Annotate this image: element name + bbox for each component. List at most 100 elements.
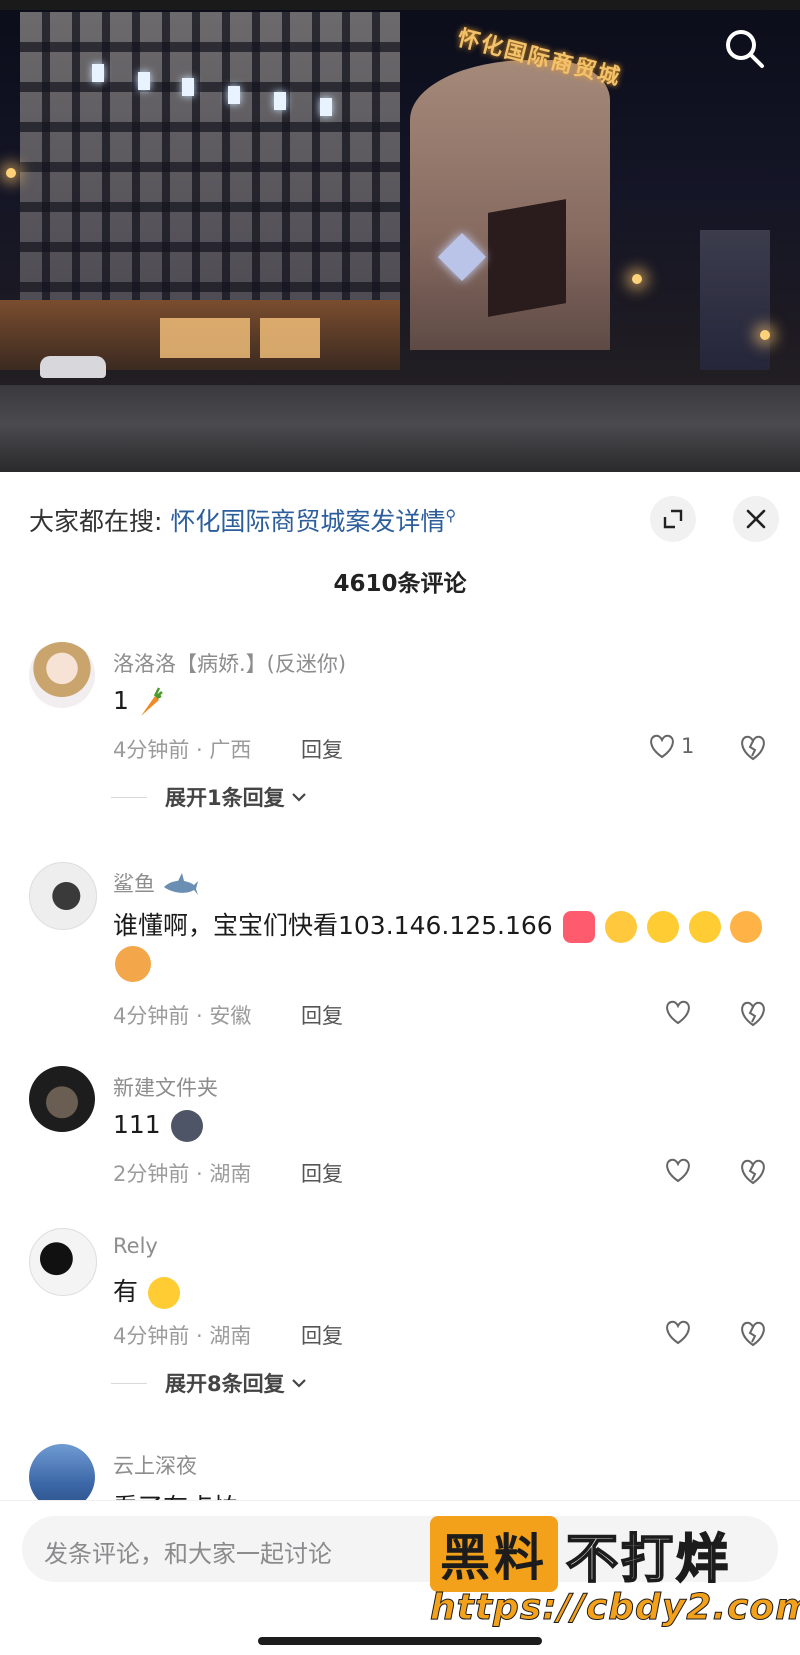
street-lamp bbox=[632, 274, 642, 284]
avatar[interactable] bbox=[29, 862, 97, 930]
comment-text-body: 111 bbox=[113, 1110, 161, 1139]
comment-time: 4分钟前 bbox=[113, 1324, 190, 1348]
face-emoji-icon bbox=[730, 911, 763, 943]
comment-time: 4分钟前 bbox=[113, 738, 190, 762]
comment-meta: 4分钟前 · 湖南 bbox=[113, 1324, 252, 1348]
comment-text-body: 1 bbox=[113, 686, 129, 715]
comment-text-body: 有 bbox=[113, 1277, 139, 1306]
close-sheet-button[interactable] bbox=[733, 496, 779, 542]
emoji-sticker-icon bbox=[562, 911, 595, 943]
home-indicator[interactable] bbox=[258, 1637, 542, 1645]
watermark: 黑料 不打烊 bbox=[430, 1515, 731, 1593]
street-lamp bbox=[6, 168, 16, 178]
comment-text: 1 bbox=[113, 686, 163, 718]
shark-emoji-icon bbox=[163, 873, 198, 895]
comment-time: 2分钟前 bbox=[113, 1162, 190, 1186]
heart-icon bbox=[650, 734, 674, 759]
comment-text-body: 谁懂啊，宝宝们快看103.146.125.166 bbox=[113, 911, 553, 940]
comment-time: 4分钟前 bbox=[113, 1004, 190, 1028]
broken-heart-icon bbox=[741, 735, 765, 761]
shop-light bbox=[160, 318, 250, 358]
watermark-box-text: 黑料 bbox=[430, 1516, 558, 1592]
comment-text: 谁懂啊，宝宝们快看103.146.125.166 bbox=[113, 906, 763, 943]
comment-location: 湖南 bbox=[209, 1162, 252, 1186]
comment-username[interactable]: Rely bbox=[113, 1234, 158, 1258]
expand-replies-label: 展开8条回复 bbox=[165, 1372, 285, 1396]
broken-heart-icon bbox=[741, 1001, 765, 1027]
comment-input-placeholder: 发条评论，和大家一起讨论 bbox=[44, 1540, 332, 1568]
watermark-url: https://cbdy2.com bbox=[430, 1587, 800, 1629]
dislike-button[interactable] bbox=[737, 1156, 769, 1190]
hot-search-prefix: 大家都在搜: bbox=[29, 507, 163, 536]
street bbox=[0, 385, 800, 472]
comment-location: 安徽 bbox=[209, 1004, 252, 1028]
broken-heart-icon bbox=[741, 1159, 765, 1185]
expand-replies-button[interactable]: 展开1条回复 bbox=[111, 782, 309, 812]
divider bbox=[111, 796, 147, 798]
reply-button[interactable]: 回复 bbox=[301, 734, 343, 764]
hot-search-bar: 大家都在搜: 怀化国际商贸城案发详情⚲ bbox=[29, 502, 456, 538]
avatar[interactable] bbox=[29, 1066, 95, 1132]
dislike-button[interactable] bbox=[737, 998, 769, 1032]
like-button[interactable] bbox=[663, 1318, 693, 1346]
comment-meta: 4分钟前 · 安徽 bbox=[113, 1004, 252, 1028]
comment-count: 4610条评论 bbox=[333, 571, 467, 597]
comment-location: 广西 bbox=[209, 738, 252, 762]
avatar[interactable] bbox=[29, 642, 95, 708]
comment-input-bar: 发条评论，和大家一起讨论 黑料 不打烊 https://cbdy2.com bbox=[0, 1500, 800, 1655]
wolf-emoji-icon bbox=[170, 1110, 203, 1142]
crying-face-emoji-icon bbox=[147, 1277, 180, 1309]
expand-sheet-button[interactable] bbox=[650, 496, 696, 542]
comment-location: 湖南 bbox=[209, 1324, 252, 1348]
divider bbox=[111, 1382, 147, 1384]
like-button[interactable] bbox=[663, 1156, 693, 1184]
comment-username[interactable]: 新建文件夹 bbox=[113, 1072, 218, 1102]
like-button[interactable]: 1 bbox=[647, 732, 694, 760]
comment-text: 111 bbox=[113, 1110, 203, 1142]
comment-meta: 2分钟前 · 湖南 bbox=[113, 1162, 252, 1186]
search-button[interactable] bbox=[722, 26, 768, 72]
face-emoji-icon bbox=[646, 911, 679, 943]
close-icon bbox=[746, 509, 766, 529]
carrot-emoji-icon bbox=[140, 687, 163, 716]
video-top-edge bbox=[0, 0, 800, 10]
video-background[interactable]: 怀化国际商贸城 bbox=[0, 0, 800, 472]
heart-icon bbox=[666, 1320, 690, 1345]
mall-screen bbox=[488, 199, 566, 317]
fullscreen-icon bbox=[663, 509, 683, 529]
comment-username[interactable]: 鲨鱼 bbox=[113, 868, 198, 898]
expand-replies-button[interactable]: 展开8条回复 bbox=[111, 1368, 309, 1398]
face-emoji-icon bbox=[688, 911, 721, 943]
reply-button[interactable]: 回复 bbox=[301, 1000, 343, 1030]
comment-username[interactable]: 洛洛洛【病娇.】(反迷你) bbox=[113, 648, 346, 678]
distant-tower bbox=[700, 230, 770, 370]
reply-button[interactable]: 回复 bbox=[301, 1158, 343, 1188]
hot-search-link[interactable]: 怀化国际商贸城案发详情 bbox=[170, 507, 445, 536]
dog-emoji-icon bbox=[115, 946, 151, 982]
dislike-button[interactable] bbox=[737, 732, 769, 766]
search-icon bbox=[726, 30, 764, 68]
hotel-building bbox=[20, 12, 400, 342]
shop-light bbox=[260, 318, 320, 358]
avatar[interactable] bbox=[29, 1228, 97, 1296]
like-count: 1 bbox=[681, 734, 695, 758]
comments-sheet: 大家都在搜: 怀化国际商贸城案发详情⚲ 4610条评论 洛洛洛【病娇.】(反迷你… bbox=[0, 472, 800, 1655]
chevron-down-icon bbox=[291, 793, 306, 802]
expand-replies-label: 展开1条回复 bbox=[165, 786, 285, 810]
search-small-icon: ⚲ bbox=[445, 506, 457, 525]
heart-icon bbox=[666, 1158, 690, 1183]
like-button[interactable] bbox=[663, 998, 693, 1026]
broken-heart-icon bbox=[741, 1321, 765, 1347]
car bbox=[40, 356, 106, 378]
comment-text: 有 bbox=[113, 1272, 180, 1309]
chevron-down-icon bbox=[291, 1379, 306, 1388]
comment-meta: 4分钟前 · 广西 bbox=[113, 738, 252, 762]
heart-icon bbox=[666, 1000, 690, 1025]
dislike-button[interactable] bbox=[737, 1318, 769, 1352]
comment-username[interactable]: 云上深夜 bbox=[113, 1450, 197, 1480]
comment-text-wrap bbox=[113, 946, 151, 982]
reply-button[interactable]: 回复 bbox=[301, 1320, 343, 1350]
watermark-text: 不打烊 bbox=[565, 1529, 732, 1591]
street-lamp bbox=[760, 330, 770, 340]
pray-emoji-icon bbox=[604, 911, 637, 943]
